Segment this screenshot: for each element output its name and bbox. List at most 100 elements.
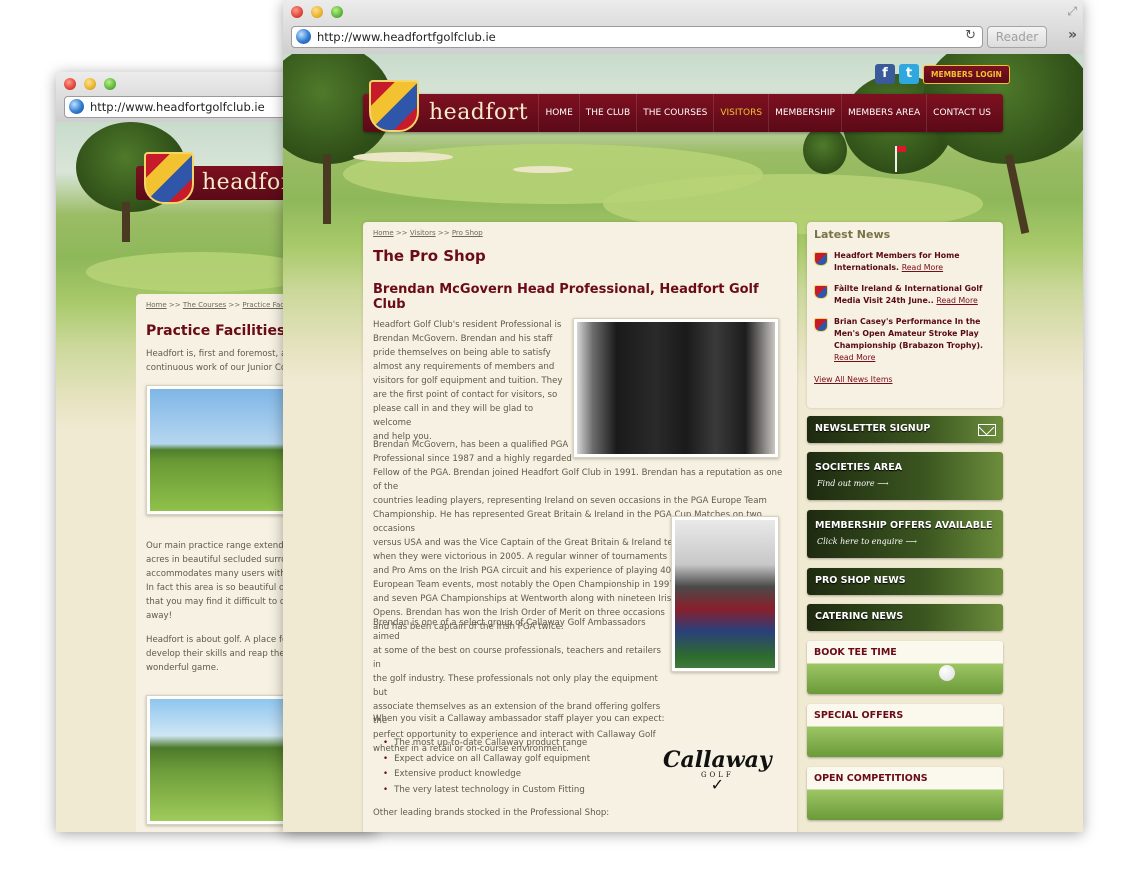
nav-members-area[interactable]: MEMBERS AREA [840,94,926,132]
news-item: Brian Casey's Performance In the Men's O… [814,316,996,364]
front-address-bar[interactable]: http://www.headfortfgolfclub.ie ↻ [291,26,983,48]
facebook-icon[interactable]: f [875,64,895,84]
fairway-image [86,252,316,292]
societies-label: SOCIETIES AREA [815,462,903,473]
pro-shop-news-banner[interactable]: PRO SHOP NEWS [807,568,1003,595]
flag-icon [895,146,906,172]
view-all-news-link[interactable]: View All News Items [814,375,996,384]
nav-menu: HOME THE CLUB THE COURSES VISITORS MEMBE… [538,94,997,132]
tree-trunk [323,154,331,224]
paragraph-line: Headfort Golf Club's resident Profession… [373,320,562,330]
breadcrumb-section-link[interactable]: The Courses [183,301,226,309]
breadcrumb: Home >> Visitors >> Pro Shop [373,229,787,237]
newsletter-label: NEWSLETTER SIGNUP [815,423,931,434]
news-title[interactable]: Brian Casey's Performance In the Men's O… [834,317,983,350]
front-titlebar: ⤢ http://www.headfortfgolfclub.ie ↻ Read… [283,0,1083,55]
nav-contact-us[interactable]: CONTACT US [926,94,997,132]
front-browser-window: ⤢ http://www.headfortfgolfclub.ie ↻ Read… [283,0,1083,832]
pro-shop-news-label: PRO SHOP NEWS [815,575,906,586]
members-login-button[interactable]: MEMBERS LOGIN [923,64,1010,84]
list-item: The very latest technology in Custom Fit… [383,783,590,799]
breadcrumb-separator: >> [228,301,241,309]
breadcrumb-home-link[interactable]: Home [373,229,394,237]
intro-paragraph: Headfort Golf Club's resident Profession… [373,318,573,444]
front-url-text: http://www.headfortfgolfclub.ie [317,30,496,44]
paragraph-line: please call in and they will be glad to … [373,404,534,428]
page-subtitle: Brendan McGovern Head Professional, Head… [373,282,759,312]
crest-icon [814,285,828,299]
special-offers-banner[interactable]: SPECIAL OFFERS [807,704,1003,757]
nav-the-courses[interactable]: THE COURSES [636,94,713,132]
fullscreen-icon[interactable]: ⤢ [1067,4,1077,19]
read-more-link[interactable]: Read More [936,296,977,305]
read-more-link[interactable]: Read More [902,263,943,272]
paragraph-line: Fellow of the PGA. Brendan joined Headfo… [373,468,783,492]
back-logo-bar[interactable]: headfort [136,152,301,204]
nav-the-club[interactable]: THE CLUB [578,94,636,132]
newsletter-signup-banner[interactable]: NEWSLETTER SIGNUP [807,416,1003,443]
special-offers-label: SPECIAL OFFERS [814,710,904,721]
zoom-window-button[interactable] [331,6,343,18]
nav-visitors[interactable]: VISITORS [713,94,768,132]
pro-shop-image [675,520,775,668]
paragraph-line: at some of the best on course profession… [373,646,661,670]
breadcrumb-home-link[interactable]: Home [146,301,167,309]
breadcrumb-current-link[interactable]: Pro Shop [452,229,483,237]
catering-news-banner[interactable]: CATERING NEWS [807,604,1003,631]
societies-area-banner[interactable]: SOCIETIES AREA Find out more ⟶ [807,452,1003,500]
nav-home[interactable]: HOME [538,94,578,132]
crest-icon[interactable] [369,80,419,132]
callaway-logo-text: Callaway [663,747,772,773]
page-title: The Pro Shop [373,247,486,265]
close-window-button[interactable] [291,6,303,18]
catering-news-label: CATERING NEWS [815,611,904,622]
staff-image [577,322,775,454]
list-item: The most up-to-date Callaway product ran… [383,736,590,752]
latest-news-panel: Latest News Headfort Members for Home In… [807,222,1003,408]
news-heading: Latest News [814,228,891,241]
putting-green-photo [146,695,296,825]
reader-button[interactable]: Reader [987,26,1047,48]
crest-icon [814,318,828,332]
breadcrumb-separator: >> [395,229,408,237]
open-competitions-banner[interactable]: OPEN COMPETITIONS [807,767,1003,820]
zoom-window-button[interactable] [104,78,116,90]
enquire-link: Click here to enquire [817,537,903,546]
logo-text[interactable]: headfort [429,100,528,125]
paragraph-line: visitors for golf equipment and tuition.… [373,376,563,386]
minimize-window-button[interactable] [311,6,323,18]
reload-icon[interactable]: ↻ [965,28,976,43]
staff-photo [573,318,779,458]
callaway-logo: Callaway GOLF ✓ [663,747,772,794]
societies-sublabel: Find out more ⟶ [817,479,889,488]
membership-offers-banner[interactable]: MEMBERSHIP OFFERS AVAILABLE Click here t… [807,510,1003,558]
membership-offers-label: MEMBERSHIP OFFERS AVAILABLE [815,520,993,531]
bunker-image [353,152,453,162]
paragraph-line: Brendan McGovern. Brendan and his staff [373,334,553,344]
practice-range-photo [146,385,296,515]
practice-range-image [150,389,292,511]
chevron-right-icon[interactable]: » [1068,27,1077,43]
crest-icon [814,252,828,266]
arrow-right-icon: ⟶ [877,479,889,488]
read-more-link[interactable]: Read More [834,353,875,362]
expectations-list: The most up-to-date Callaway product ran… [383,736,590,798]
nav-membership[interactable]: MEMBERSHIP [768,94,841,132]
golf-ball-icon [939,665,955,681]
societies-link: Find out more [817,479,875,488]
pro-shop-photo [671,516,779,672]
tree-trunk [122,202,130,242]
breadcrumb-section-link[interactable]: Visitors [410,229,436,237]
paragraph-line: are the first point of contact for visit… [373,390,558,400]
paragraph-line: Brendan is one of a select group of Call… [373,618,646,642]
news-text: Headfort Members for Home Internationals… [834,250,996,274]
book-tee-time-banner[interactable]: BOOK TEE TIME [807,641,1003,694]
paragraph-line: countries leading players, representing … [373,496,767,506]
paragraph-line: the golf industry. These professionals n… [373,674,658,698]
twitter-icon[interactable]: t [899,64,919,84]
envelope-icon [978,424,996,436]
minimize-window-button[interactable] [84,78,96,90]
main-navigation-bar: headfort HOME THE CLUB THE COURSES VISIT… [363,80,1003,132]
crest-icon [144,152,194,204]
close-window-button[interactable] [64,78,76,90]
